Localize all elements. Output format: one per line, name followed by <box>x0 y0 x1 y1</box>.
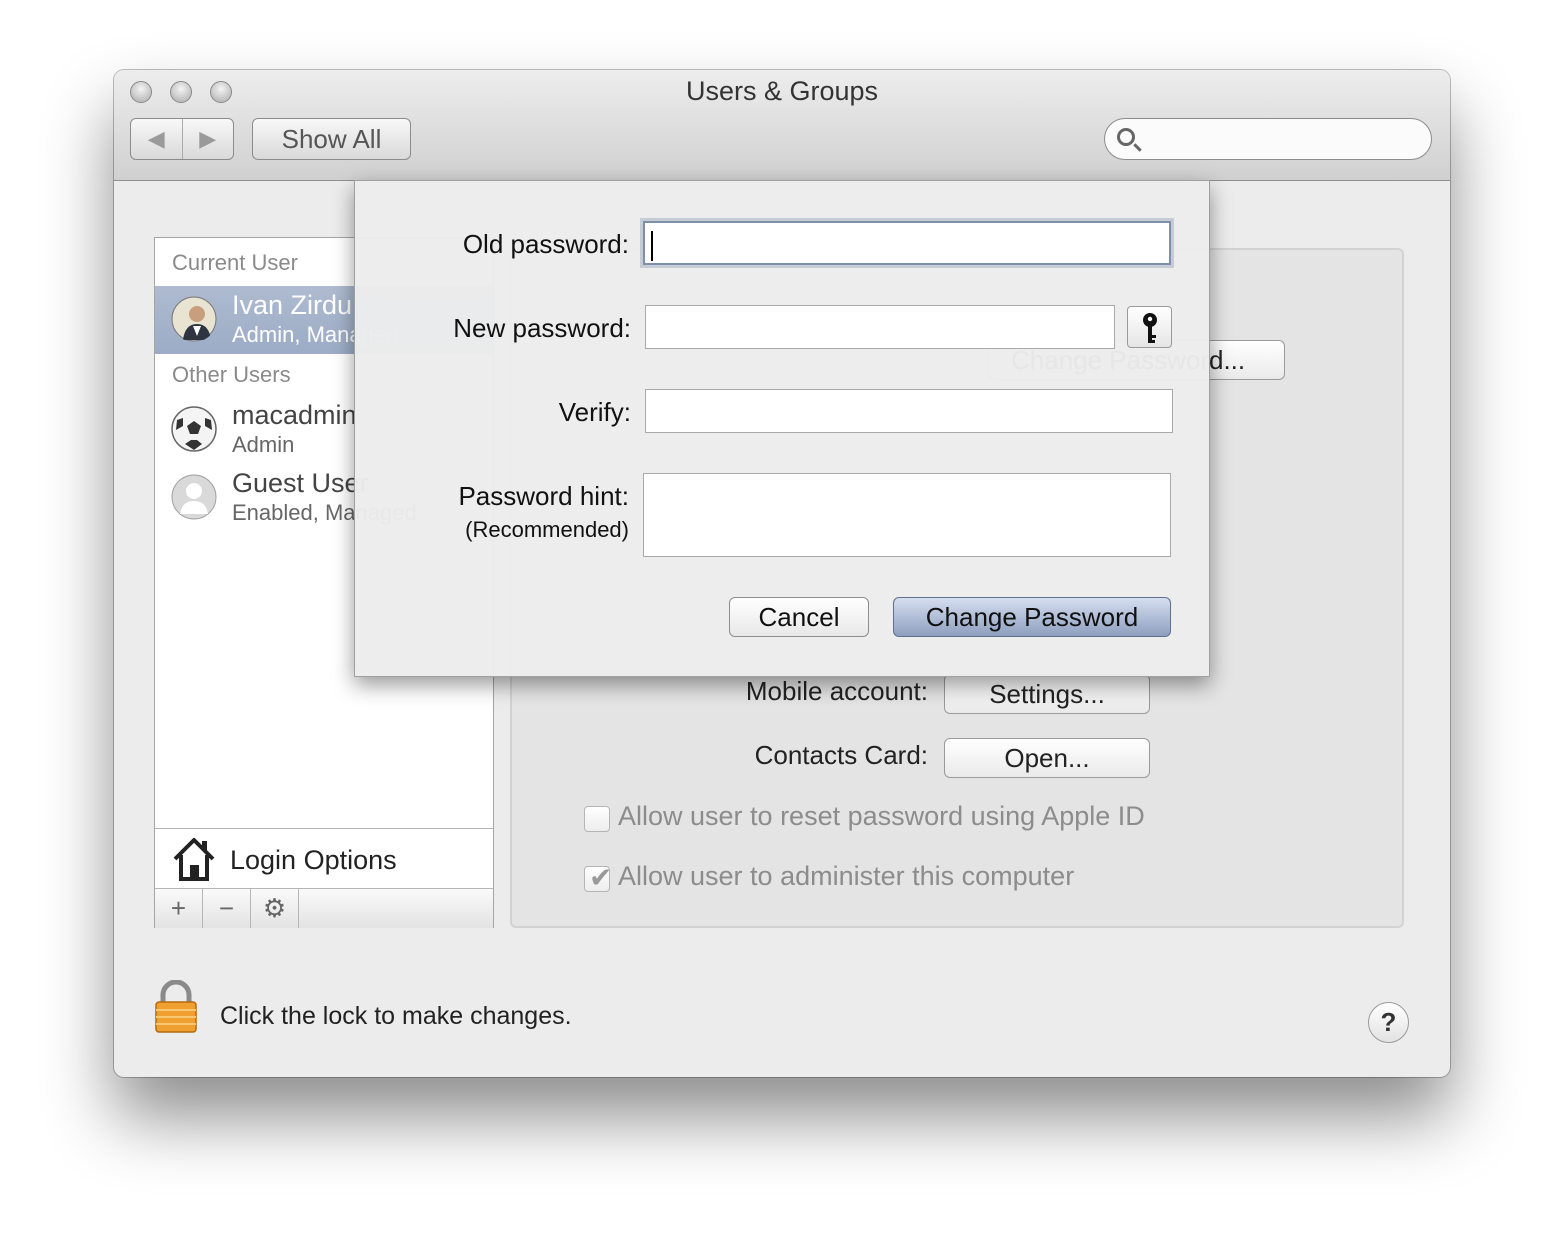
minus-icon: − <box>218 893 235 923</box>
old-password-field[interactable] <box>643 221 1171 265</box>
new-password-field[interactable] <box>645 305 1115 349</box>
verify-label: Verify: <box>558 397 631 427</box>
text-caret <box>651 231 653 261</box>
help-button[interactable]: ? <box>1368 1002 1409 1043</box>
back-arrow-icon: ◀ <box>147 126 165 151</box>
password-hint-sublabel: (Recommended) <box>465 517 629 542</box>
verify-field[interactable] <box>645 389 1173 433</box>
plus-icon: + <box>170 893 187 923</box>
gear-icon: ⚙ <box>262 893 287 923</box>
mobile-account-settings-button[interactable]: Settings... <box>944 674 1150 714</box>
forward-arrow-icon: ▶ <box>199 126 217 151</box>
contacts-card-label: Contacts Card: <box>754 740 928 770</box>
person-silhouette-icon <box>171 474 217 520</box>
mobile-account-label: Mobile account: <box>745 676 928 706</box>
new-password-label: New password: <box>453 313 631 343</box>
soccer-ball-icon <box>171 406 217 452</box>
login-options-label: Login Options <box>230 845 397 875</box>
lock-message: Click the lock to make changes. <box>220 1002 572 1030</box>
user-role: Admin <box>232 432 295 457</box>
remove-user-button[interactable]: − <box>203 889 251 928</box>
contacts-card-open-button[interactable]: Open... <box>944 738 1150 778</box>
administer-computer-checkbox[interactable]: ✔ <box>584 862 612 893</box>
user-name: Guest User <box>232 468 369 498</box>
window-title: Users & Groups <box>685 76 879 106</box>
other-users-header: Other Users <box>172 362 291 387</box>
password-hint-label: Password hint: <box>458 481 629 511</box>
search-field[interactable] <box>1104 118 1432 160</box>
search-icon <box>1117 128 1135 146</box>
lock-icon[interactable] <box>154 980 198 1034</box>
back-button[interactable]: ◀ <box>131 119 182 159</box>
action-menu-button[interactable]: ⚙ <box>251 889 299 928</box>
current-user-header: Current User <box>172 250 298 275</box>
administer-computer-label: Allow user to administer this computer <box>618 861 1075 891</box>
password-assistant-button[interactable] <box>1127 306 1172 348</box>
titlebar: Users & Groups ◀ ▶ Show All <box>114 70 1450 181</box>
forward-button[interactable]: ▶ <box>181 119 234 159</box>
checkmark-icon: ✔ <box>589 862 613 893</box>
change-password-sheet: Old password: New password: Verify: Pass… <box>354 180 1210 677</box>
login-options-item[interactable]: Login Options <box>155 828 493 889</box>
user-photo-icon <box>171 296 217 342</box>
reset-password-apple-id-label: Allow user to reset password using Apple… <box>618 801 1145 831</box>
key-icon <box>1143 313 1157 343</box>
cancel-button[interactable]: Cancel <box>729 597 869 637</box>
password-hint-field[interactable] <box>643 473 1171 557</box>
show-all-button[interactable]: Show All <box>252 118 411 160</box>
user-name: macadmin <box>232 400 357 430</box>
nav-back-forward: ◀ ▶ <box>130 118 234 160</box>
old-password-label: Old password: <box>462 229 629 259</box>
confirm-change-password-button[interactable]: Change Password <box>893 597 1171 637</box>
reset-password-apple-id-checkbox[interactable] <box>584 806 610 832</box>
user-list-toolbar: + − ⚙ <box>155 888 493 928</box>
user-name: Ivan Zirdu <box>232 290 353 320</box>
add-user-button[interactable]: + <box>155 889 203 928</box>
house-icon <box>173 838 215 881</box>
